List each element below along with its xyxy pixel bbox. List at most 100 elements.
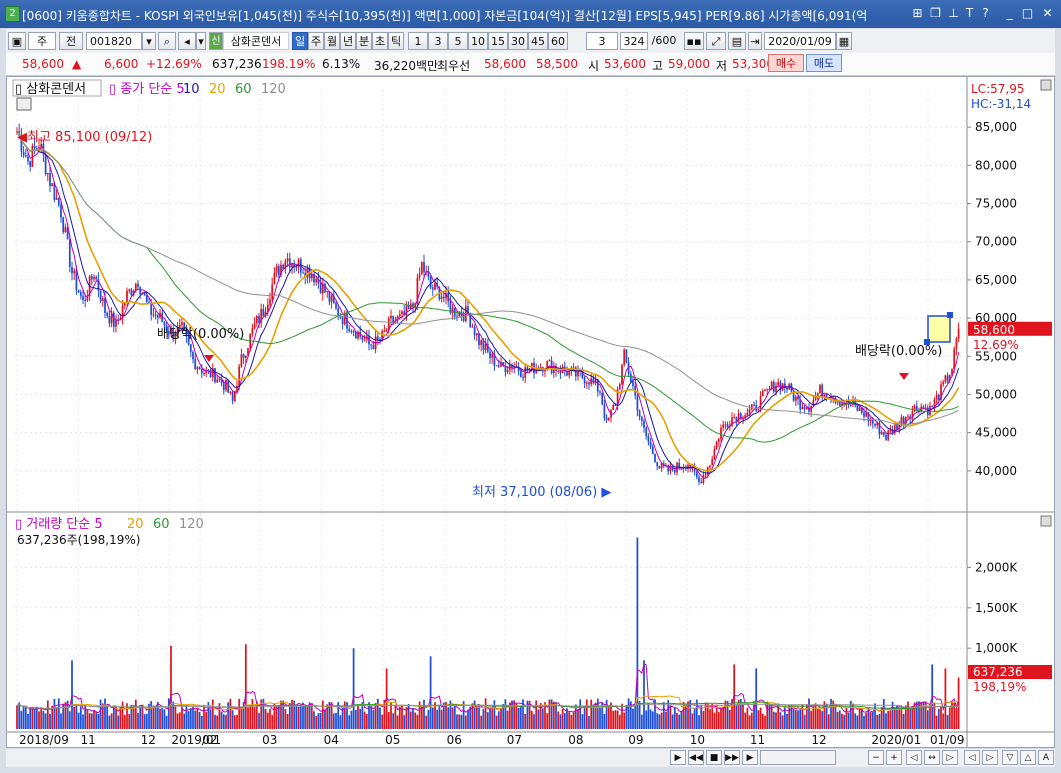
volume-bar	[178, 712, 181, 729]
volume-bar	[163, 709, 166, 729]
period-tab-6[interactable]: 틱	[388, 32, 404, 50]
volume-bar	[801, 704, 804, 729]
rewind-icon[interactable]: ◀◀	[688, 750, 704, 765]
volume-bar	[82, 714, 84, 729]
x-tick-label: 05	[385, 733, 400, 747]
prev-button[interactable]: 전	[59, 32, 83, 50]
scroll-right-icon[interactable]: ▶	[742, 750, 758, 765]
help-icon[interactable]: ?	[978, 6, 993, 21]
close-icon[interactable]: ✕	[1040, 6, 1055, 21]
candle-body	[383, 330, 386, 332]
period-tab-5[interactable]: 초	[372, 32, 388, 50]
volume-bar	[414, 712, 417, 729]
code-dropdown-icon[interactable]: ▾	[142, 32, 156, 50]
volume-bar	[332, 713, 335, 729]
volume-bar	[183, 713, 186, 729]
volume-bar	[456, 714, 458, 729]
volume-bar	[394, 705, 397, 729]
volume-bar	[658, 714, 661, 729]
trend-tool-icon[interactable]: ⤢	[706, 32, 726, 50]
maximize-icon[interactable]: □	[1020, 6, 1035, 21]
interval-button-30[interactable]: 30	[508, 32, 528, 50]
arrows-both-icon[interactable]: ↔	[924, 750, 940, 765]
collapse-icon[interactable]: △	[1020, 750, 1036, 765]
volume-bar	[159, 708, 161, 729]
scroll-end-icon[interactable]: ▷	[982, 750, 998, 765]
volume-bar	[20, 710, 23, 729]
stop-icon[interactable]: ■	[706, 750, 722, 765]
volume-bar	[898, 707, 901, 729]
chart-svg[interactable]: 85,00080,00075,00070,00065,00060,00055,0…	[7, 77, 1054, 747]
period-tab-2[interactable]: 월	[324, 32, 340, 50]
candle-body	[506, 370, 509, 373]
play-icon[interactable]: ▶	[670, 750, 686, 765]
period-tab-1[interactable]: 주	[308, 32, 324, 50]
volume-bar	[645, 710, 648, 729]
sound-dropdown-icon[interactable]: ▾	[196, 32, 206, 50]
volume-bar	[621, 703, 623, 729]
market-select[interactable]: 주	[28, 32, 56, 50]
interval-button-5[interactable]: 5	[448, 32, 468, 50]
save-icon[interactable]: ▤	[728, 32, 746, 50]
candle-body	[746, 412, 749, 416]
dock-icon[interactable]: ⊞	[910, 6, 925, 21]
volume-bar	[847, 712, 850, 729]
volume-bar	[728, 709, 731, 729]
candle-body	[77, 289, 80, 292]
volume-bar	[53, 698, 56, 729]
search-icon[interactable]: ⌕	[158, 32, 176, 50]
interval-button-10[interactable]: 10	[468, 32, 488, 50]
arrows-left-icon[interactable]: ◁	[906, 750, 922, 765]
zoom-out-icon[interactable]: −	[868, 750, 884, 765]
interval-button-60[interactable]: 60	[548, 32, 568, 50]
volume-bar	[812, 706, 815, 729]
candle-body	[90, 276, 93, 280]
layout-icon[interactable]: ▣	[8, 32, 26, 50]
zoom-in-icon[interactable]: +	[886, 750, 902, 765]
candle-body	[335, 303, 337, 309]
interval-select[interactable]: 3	[586, 32, 618, 50]
period-tab-4[interactable]: 분	[356, 32, 372, 50]
interval-button-1[interactable]: 1	[408, 32, 428, 50]
date-input[interactable]: 2020/01/09	[764, 32, 836, 50]
forward-icon[interactable]: ▶▶	[724, 750, 740, 765]
restore-icon[interactable]: ❐	[928, 6, 943, 21]
chart-area[interactable]: 85,000 80,000 75,000 70,000 65,000 60,000 55,0…	[6, 76, 1055, 748]
toolbar: ▣ 주 전 001820 ▾ ⌕ ◂ ▾ 신 삼화콘덴서 3 324 /600 …	[6, 29, 1055, 54]
sell-button[interactable]: 매도	[806, 54, 842, 72]
zoom-slider[interactable]	[760, 750, 836, 765]
minimize-icon[interactable]: _	[1002, 6, 1017, 21]
candle-body	[44, 154, 47, 175]
buy-button[interactable]: 매수	[768, 54, 804, 72]
volume-bar	[156, 701, 159, 729]
scroll-lock-icon[interactable]: ⇥	[748, 32, 762, 50]
candle-body	[112, 312, 115, 327]
arrows-right-icon[interactable]: ▷	[942, 750, 958, 765]
volume-bar	[662, 702, 665, 729]
interval-button-3[interactable]: 3	[428, 32, 448, 50]
count-input[interactable]: 324	[620, 32, 648, 50]
sound-icon[interactable]: ◂	[178, 32, 196, 50]
volume-bar	[541, 708, 544, 729]
chart-tool-icon[interactable]: ▪▪	[684, 32, 704, 50]
interval-button-15[interactable]: 15	[488, 32, 508, 50]
stock-code-input[interactable]: 001820	[86, 32, 142, 50]
pin-icon[interactable]: ⊥	[946, 6, 961, 21]
calendar-icon[interactable]: ▦	[836, 32, 852, 50]
period-tab-3[interactable]: 년	[340, 32, 356, 50]
volume-bar	[227, 702, 230, 729]
volume-bar	[863, 715, 865, 729]
candle-body	[73, 270, 76, 274]
text-icon[interactable]: A	[1038, 750, 1054, 765]
interval-button-45[interactable]: 45	[528, 32, 548, 50]
volume-bar	[220, 711, 223, 729]
scroll-start-icon[interactable]: ◁	[964, 750, 980, 765]
price-tick-label: 65,000	[975, 273, 1017, 287]
volume-bar	[535, 700, 538, 729]
expand-icon[interactable]: ▽	[1002, 750, 1018, 765]
volume-bar	[614, 710, 617, 729]
font-icon[interactable]: T	[962, 6, 977, 21]
volume-value: 637,236	[212, 57, 262, 71]
period-tab-0[interactable]: 일	[292, 32, 308, 50]
candle-body	[352, 331, 355, 333]
